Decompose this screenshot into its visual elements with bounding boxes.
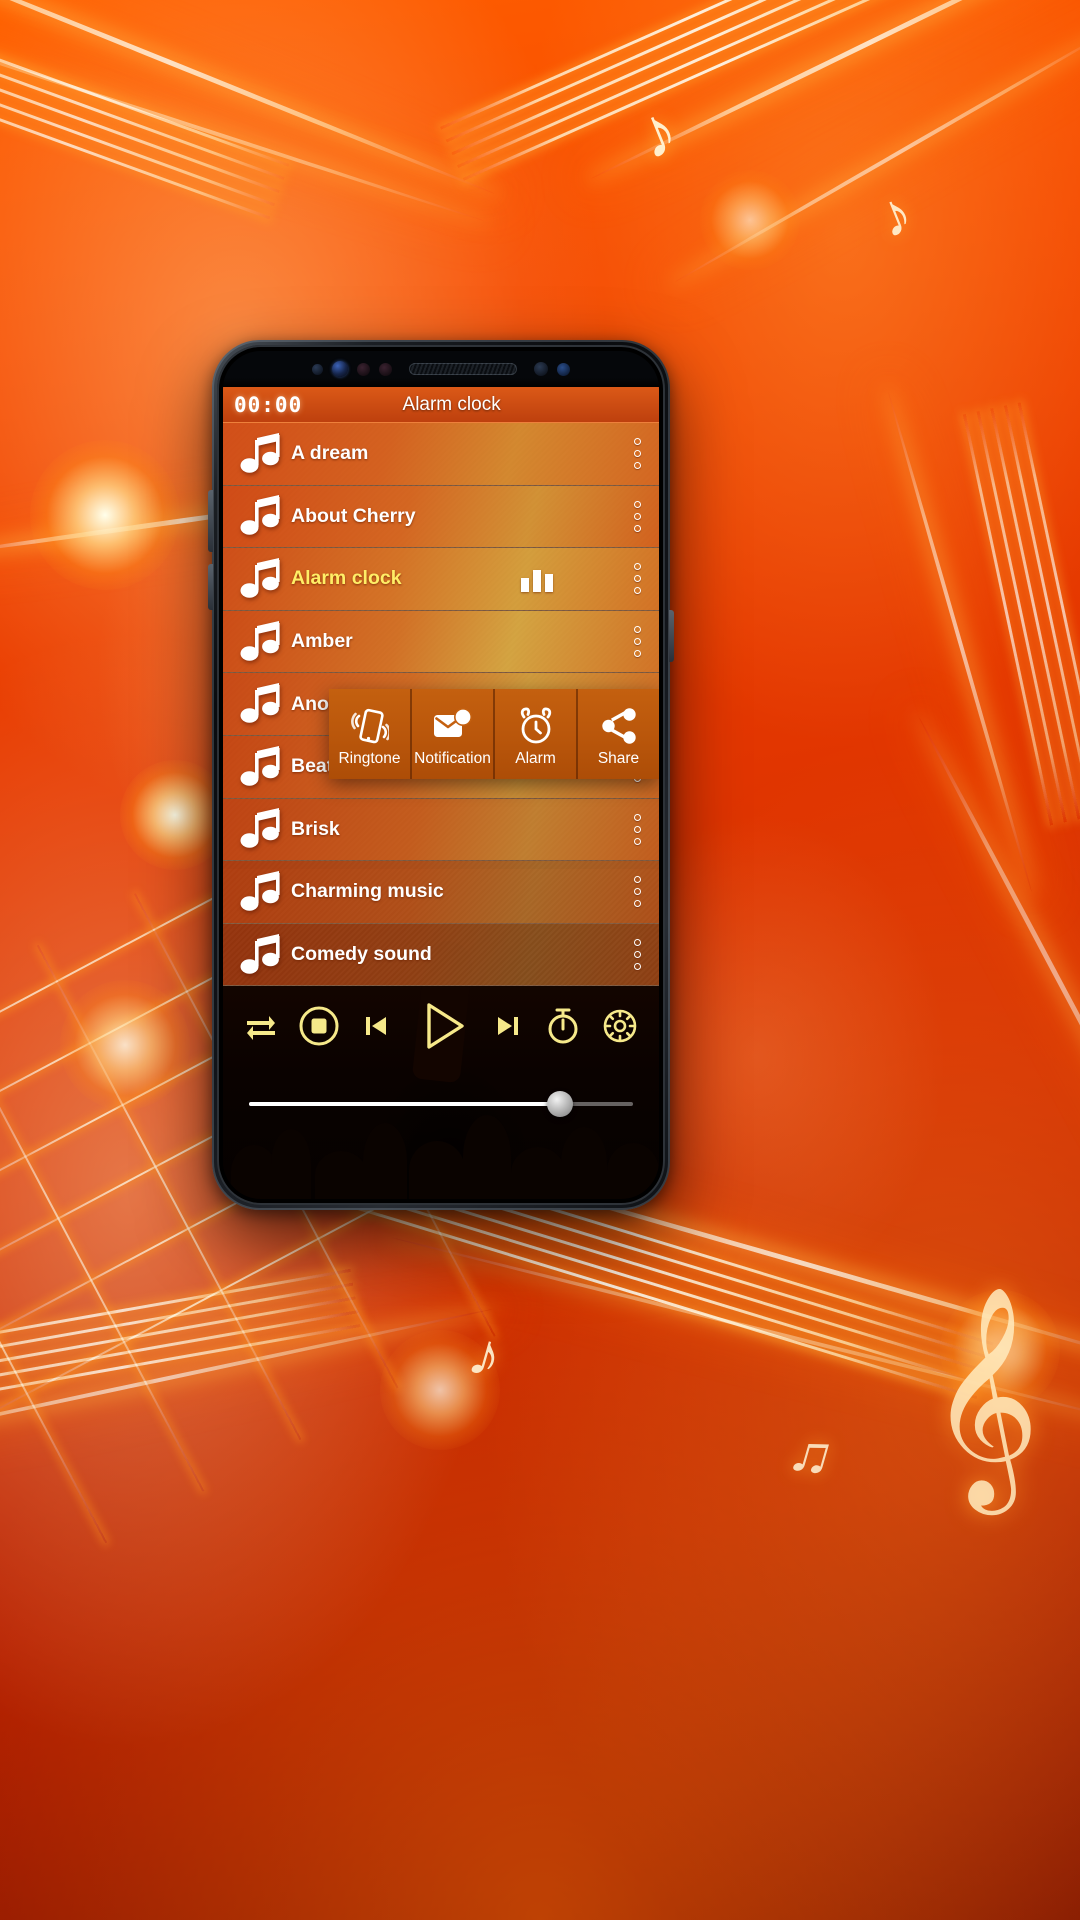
music-note-icon xyxy=(233,493,291,539)
earpiece-speaker xyxy=(409,363,517,375)
more-options-dots-icon[interactable] xyxy=(615,500,659,532)
list-item-label: About Cherry xyxy=(291,504,416,527)
smartphone-device: 00:00 Alarm clock A dream About Cherry A… xyxy=(208,340,674,1210)
music-note-decoration: ♪ xyxy=(868,177,922,252)
menu-item-label: Alarm xyxy=(515,750,556,768)
more-options-dots-icon[interactable] xyxy=(615,563,659,595)
list-item-label: Brisk xyxy=(291,817,340,840)
more-options-dots-icon[interactable] xyxy=(615,626,659,658)
repeat-button[interactable] xyxy=(243,1011,279,1041)
music-staff-lines xyxy=(0,1268,362,1421)
stop-button[interactable] xyxy=(298,1005,340,1047)
glow-streak xyxy=(0,21,485,223)
playback-seek-slider[interactable] xyxy=(249,1091,633,1117)
music-note-decoration: ♪ xyxy=(461,1318,510,1393)
glow-streak xyxy=(590,0,1080,181)
glow-streak xyxy=(0,1307,493,1457)
front-camera-icon xyxy=(332,361,348,377)
phone-bezel: 00:00 Alarm clock A dream About Cherry A… xyxy=(217,345,665,1205)
more-options-dots-icon[interactable] xyxy=(615,813,659,845)
more-options-dots-icon[interactable] xyxy=(615,876,659,908)
list-item-label: A dream xyxy=(291,442,369,465)
light-spark xyxy=(940,1290,1060,1410)
music-note-icon xyxy=(233,556,291,602)
music-note-icon xyxy=(233,869,291,915)
music-staff-lines xyxy=(0,20,290,229)
list-item-label: Amber xyxy=(291,630,353,653)
secondary-sensor-icon xyxy=(534,362,548,376)
led-indicator-icon xyxy=(557,362,570,376)
glow-streak xyxy=(0,0,496,196)
glow-streak xyxy=(916,716,1080,1249)
more-options-dots-icon[interactable] xyxy=(615,438,659,470)
menu-item-label: Share xyxy=(597,750,640,768)
player-controls[interactable] xyxy=(223,991,659,1061)
light-spark xyxy=(60,980,190,1110)
list-item[interactable]: Comedy sound xyxy=(223,923,659,987)
list-item[interactable]: Alarm clock xyxy=(223,548,659,611)
next-button[interactable] xyxy=(491,1009,525,1043)
music-note-decoration: ♪ xyxy=(626,89,689,175)
list-item[interactable]: Amber xyxy=(223,610,659,674)
light-spark xyxy=(30,440,180,590)
glow-streak xyxy=(673,20,1080,284)
glow-streak xyxy=(391,1235,1080,1429)
menu-item-alarm[interactable]: Alarm xyxy=(495,689,578,779)
menu-item-notification[interactable]: Notification xyxy=(412,689,495,779)
list-item[interactable]: A dream xyxy=(223,423,659,486)
music-note-icon xyxy=(233,619,291,665)
list-item[interactable]: Brisk xyxy=(223,798,659,862)
clock-display: 00:00 xyxy=(234,392,303,417)
music-staff-lines xyxy=(439,0,980,191)
phone-screen: 00:00 Alarm clock A dream About Cherry A… xyxy=(223,351,659,1199)
music-note-icon xyxy=(233,681,291,727)
music-note-decoration: ♫ xyxy=(781,1416,842,1491)
alarm-clock-icon xyxy=(515,704,557,748)
seek-fill xyxy=(249,1102,561,1106)
music-note-icon xyxy=(233,932,291,978)
list-item-label: Alarm clock xyxy=(291,567,402,590)
volume-button[interactable] xyxy=(208,564,213,610)
music-note-icon xyxy=(233,744,291,790)
menu-item-label: Ringtone xyxy=(338,750,401,768)
phone-sensor-row xyxy=(223,351,659,387)
list-item-label: Charming music xyxy=(291,880,444,903)
treble-clef-icon: 𝄞 xyxy=(927,1284,1040,1505)
list-item[interactable]: About Cherry xyxy=(223,485,659,549)
list-item[interactable]: Charming music xyxy=(223,861,659,924)
page-title: Alarm clock xyxy=(402,393,501,415)
list-item-label: Comedy sound xyxy=(291,943,432,966)
timer-button[interactable] xyxy=(544,1006,582,1046)
menu-item-label: Notification xyxy=(414,750,491,768)
music-note-icon xyxy=(233,431,291,477)
proximity-sensor-icon xyxy=(312,363,323,375)
light-spark xyxy=(700,170,800,270)
play-button[interactable] xyxy=(412,996,472,1056)
music-staff-lines xyxy=(952,402,1080,827)
settings-gear-button[interactable] xyxy=(601,1007,639,1045)
seek-knob[interactable] xyxy=(547,1091,574,1117)
music-note-icon xyxy=(233,806,291,852)
context-menu-popup[interactable]: Ringtone Notification Alarm Share xyxy=(329,689,659,779)
more-options-dots-icon[interactable] xyxy=(615,939,659,971)
menu-item-ringtone[interactable]: Ringtone xyxy=(329,689,412,779)
phone-vibrate-icon xyxy=(350,704,389,748)
app-status-bar: 00:00 Alarm clock xyxy=(223,387,659,423)
light-sensor-icon xyxy=(379,362,392,376)
light-spark xyxy=(380,1330,500,1450)
previous-button[interactable] xyxy=(359,1009,393,1043)
share-icon xyxy=(598,704,640,748)
glow-streak xyxy=(886,391,1034,893)
iris-sensor-icon xyxy=(357,362,370,376)
equalizer-bars-icon xyxy=(521,566,553,592)
menu-item-share[interactable]: Share xyxy=(578,689,659,779)
notification-message-icon xyxy=(432,704,474,748)
